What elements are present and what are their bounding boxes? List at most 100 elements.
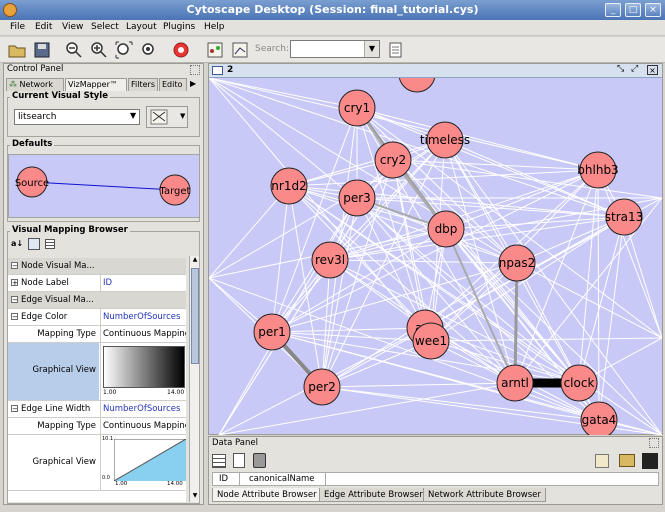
- menu-file[interactable]: File: [10, 22, 25, 32]
- categorize-icon[interactable]: [28, 238, 40, 250]
- edge-width-mapping-type-row[interactable]: Mapping Type Continuous Mapping: [8, 418, 186, 435]
- mapping-scrollbar[interactable]: ▲ ▼: [189, 256, 199, 502]
- edge-color-row[interactable]: − Edge Color NumberOfSources: [8, 309, 186, 326]
- edge-width-continuous-editor[interactable]: 10.1 0.0 1.00 14.00: [100, 435, 186, 490]
- edge-visual-mapping-row[interactable]: − Edge Visual Ma...: [8, 292, 186, 309]
- import-folder-icon[interactable]: [619, 454, 635, 467]
- network-node-stra13[interactable]: stra13: [605, 198, 644, 236]
- network-edge[interactable]: [321, 386, 600, 421]
- network-edge[interactable]: [329, 259, 518, 264]
- delete-attribute-icon[interactable]: [253, 453, 266, 468]
- network-node-arntl[interactable]: arntl: [496, 364, 534, 402]
- collapse-icon[interactable]: −: [11, 313, 18, 321]
- help-lifebuoy-icon[interactable]: [171, 40, 191, 60]
- network-node-dbp[interactable]: dbp: [427, 210, 465, 248]
- network-canvas[interactable]: cry1 timeless cry2 bhlhb3 nr1d2 per3 stra13 dbp…: [209, 78, 662, 435]
- scroll-up-icon[interactable]: ▲: [191, 256, 199, 266]
- minimize-icon[interactable]: _: [605, 3, 621, 17]
- menu-layout[interactable]: Layout: [126, 22, 157, 32]
- maximize-view-icon[interactable]: ⤢: [631, 64, 638, 74]
- column-canonical-name[interactable]: canonicalName: [249, 474, 315, 484]
- network-edge[interactable]: [516, 262, 662, 339]
- network-edge[interactable]: [218, 382, 516, 435]
- network-node-partial[interactable]: [398, 78, 436, 93]
- node-label-row[interactable]: + Node Label ID: [8, 275, 186, 292]
- network-node-clock[interactable]: clock: [560, 364, 598, 402]
- select-attributes-icon[interactable]: [212, 454, 226, 468]
- network-node-per3[interactable]: per3: [338, 179, 376, 217]
- menu-select[interactable]: Select: [91, 22, 119, 32]
- tab-node-attribute-browser[interactable]: Node Attribute Browser: [212, 488, 322, 502]
- edge-color-mapping-type-row[interactable]: Mapping Type Continuous Mapping: [8, 326, 186, 343]
- search-dropdown-icon[interactable]: ▼: [364, 41, 379, 57]
- edge-color-graphical-view-row[interactable]: Graphical View 1.00 14.00: [8, 343, 186, 401]
- network-edge[interactable]: [598, 216, 625, 421]
- network-node-timeless[interactable]: timeless: [420, 121, 470, 159]
- network-edge[interactable]: [597, 169, 662, 339]
- defaults-preview[interactable]: Source Target: [8, 154, 200, 218]
- mapping-type-value[interactable]: Continuous Mapping: [100, 326, 186, 342]
- close-icon[interactable]: ×: [645, 3, 661, 17]
- edge-color-value[interactable]: NumberOfSources: [100, 309, 186, 325]
- zoom-selected-icon[interactable]: [139, 40, 159, 60]
- scroll-down-icon[interactable]: ▼: [191, 492, 199, 502]
- network-node-per1[interactable]: per1: [253, 313, 291, 351]
- network-edge[interactable]: [597, 169, 600, 421]
- menu-edit[interactable]: Edit: [35, 22, 52, 32]
- search-options-icon[interactable]: [386, 40, 406, 60]
- zoom-in-icon[interactable]: [89, 40, 109, 60]
- new-attribute-icon[interactable]: [233, 453, 245, 468]
- iconify-icon[interactable]: ⤡: [617, 64, 624, 74]
- vizmapper-icon[interactable]: [230, 40, 250, 60]
- close-view-icon[interactable]: ×: [647, 65, 658, 75]
- menu-help[interactable]: Help: [204, 22, 225, 32]
- maximize-icon[interactable]: □: [625, 3, 641, 17]
- tab-network-attribute-browser[interactable]: Network Attribute Browser: [423, 488, 546, 502]
- network-node-per2[interactable]: per2: [303, 368, 341, 406]
- tab-edge-attribute-browser[interactable]: Edge Attribute Browser: [319, 488, 428, 502]
- mapping-type-value[interactable]: Continuous Mapping: [100, 418, 186, 434]
- menu-plugins[interactable]: Plugins: [163, 22, 195, 32]
- edge-line-width-row[interactable]: − Edge Line Width NumberOfSources: [8, 401, 186, 418]
- float-panel-icon[interactable]: [190, 65, 200, 75]
- network-edge[interactable]: [209, 78, 432, 342]
- visual-style-select[interactable]: litsearch: [14, 109, 140, 125]
- network-node-gata4[interactable]: gata4: [580, 401, 618, 435]
- network-edge[interactable]: [209, 78, 358, 109]
- expand-icon[interactable]: +: [11, 279, 18, 287]
- node-label-value[interactable]: ID: [100, 275, 186, 291]
- heatmap-icon[interactable]: [642, 453, 658, 469]
- edge-width-graphical-view-row[interactable]: Graphical View 10.1 0.0 1.00 14.00: [8, 435, 186, 491]
- tab-editor[interactable]: Edito: [159, 78, 187, 91]
- edge-line-width-value[interactable]: NumberOfSources: [100, 401, 186, 417]
- tab-filters[interactable]: Filters: [128, 78, 158, 91]
- new-network-icon[interactable]: [205, 40, 225, 60]
- save-icon[interactable]: [32, 40, 52, 60]
- sort-alpha-icon[interactable]: a↓: [11, 239, 23, 251]
- network-edge[interactable]: [623, 216, 662, 339]
- edge-color-gradient-editor[interactable]: 1.00 14.00: [100, 343, 186, 400]
- tab-vizmapper[interactable]: VizMapper™: [65, 78, 127, 91]
- function-builder-icon[interactable]: [595, 454, 609, 468]
- zoom-out-icon[interactable]: [64, 40, 84, 60]
- network-node-cry1[interactable]: cry1: [338, 89, 376, 127]
- menu-view[interactable]: View: [62, 22, 83, 32]
- float-panel-icon[interactable]: [649, 438, 659, 448]
- network-node-wee1[interactable]: wee1: [412, 322, 450, 360]
- table-view-icon[interactable]: [45, 239, 55, 249]
- collapse-icon[interactable]: −: [11, 405, 18, 413]
- tab-scroll-arrow-icon[interactable]: ▶: [190, 79, 196, 88]
- style-options-button[interactable]: ▼: [146, 106, 188, 128]
- scroll-thumb[interactable]: [191, 268, 199, 364]
- network-node-npas2[interactable]: npas2: [498, 244, 536, 282]
- network-node-rev3l[interactable]: rev3l: [311, 241, 349, 279]
- visual-style-dropdown-icon[interactable]: ▼: [130, 111, 136, 120]
- column-id[interactable]: ID: [219, 474, 228, 484]
- tab-network[interactable]: ⁂ Network: [6, 78, 64, 91]
- collapse-icon[interactable]: −: [11, 296, 18, 304]
- zoom-fit-icon[interactable]: [114, 40, 134, 60]
- network-edge[interactable]: [321, 382, 516, 388]
- network-node-cry2[interactable]: cry2: [374, 141, 412, 179]
- network-node-nr1d2[interactable]: nr1d2: [270, 167, 308, 205]
- open-folder-icon[interactable]: [7, 40, 27, 60]
